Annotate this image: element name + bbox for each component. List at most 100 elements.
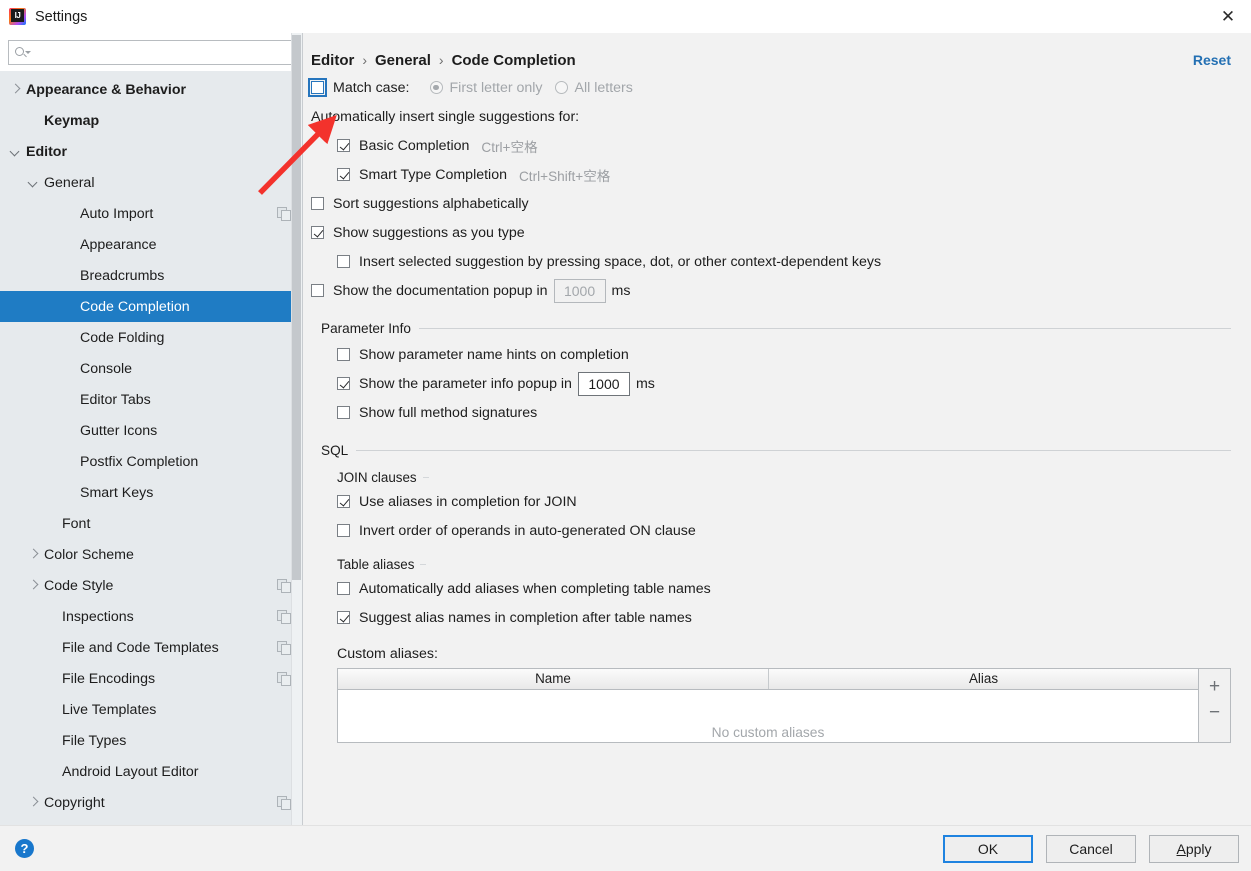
chevron-right-icon[interactable] xyxy=(26,795,41,810)
join-clauses-title: JOIN clauses xyxy=(311,470,1231,485)
custom-aliases-table[interactable]: Name Alias No custom aliases xyxy=(337,668,1199,743)
sidebar-item-code-completion[interactable]: Code Completion xyxy=(0,291,302,322)
settings-sidebar: Appearance & Behavior Keymap Editor General… xyxy=(0,33,303,825)
use-aliases-join-checkbox[interactable] xyxy=(337,495,350,508)
sidebar-item-file-encodings[interactable]: File Encodings xyxy=(0,663,302,694)
smart-type-completion-label: Smart Type Completion xyxy=(359,166,507,183)
custom-aliases-table-wrap: Name Alias No custom aliases + − xyxy=(337,668,1231,743)
sidebar-item-label: Postfix Completion xyxy=(80,453,199,470)
footer-buttons: OK Cancel Apply xyxy=(943,834,1239,863)
full-signatures-checkbox[interactable] xyxy=(337,406,350,419)
sidebar-item-label: Live Templates xyxy=(62,701,157,718)
use-aliases-join-row: Use aliases in completion for JOIN xyxy=(311,487,1231,516)
window-title: Settings xyxy=(35,8,88,25)
sidebar-item-label: Smart Keys xyxy=(80,484,154,501)
sidebar-item-smart-keys[interactable]: Smart Keys xyxy=(0,477,302,508)
sidebar-item-postfix-completion[interactable]: Postfix Completion xyxy=(0,446,302,477)
column-header-name[interactable]: Name xyxy=(338,669,768,689)
sidebar-item-appearance[interactable]: Appearance xyxy=(0,229,302,260)
sidebar-item-label: Auto Import xyxy=(80,205,154,222)
sidebar-item-copyright[interactable]: Copyright xyxy=(0,787,302,818)
basic-completion-label: Basic Completion xyxy=(359,137,470,154)
sidebar-item-file-types[interactable]: File Types xyxy=(0,725,302,756)
sort-suggestions-checkbox[interactable] xyxy=(311,197,324,210)
copy-settings-icon xyxy=(277,672,291,686)
dialog-footer: ? OK Cancel Apply xyxy=(0,825,1251,871)
chevron-down-icon[interactable] xyxy=(8,144,23,159)
sidebar-scrollbar-track[interactable] xyxy=(291,33,302,825)
breadcrumb-item-editor[interactable]: Editor xyxy=(311,52,354,69)
param-popup-delay-input[interactable]: 1000 xyxy=(577,371,630,396)
param-popup-checkbox[interactable] xyxy=(337,377,350,390)
close-icon[interactable]: ✕ xyxy=(1205,0,1251,33)
param-hints-checkbox[interactable] xyxy=(337,348,350,361)
show-suggestions-checkbox[interactable] xyxy=(311,226,324,239)
suggest-alias-names-label: Suggest alias names in completion after … xyxy=(359,609,692,626)
sidebar-item-general[interactable]: General xyxy=(0,167,302,198)
match-case-checkbox[interactable] xyxy=(308,78,327,97)
insert-selected-checkbox[interactable] xyxy=(337,255,350,268)
breadcrumb-separator-icon: › xyxy=(362,52,368,68)
first-letter-only-radio[interactable] xyxy=(429,81,443,94)
sidebar-item-file-and-code-templates[interactable]: File and Code Templates xyxy=(0,632,302,663)
breadcrumb-item-general[interactable]: General xyxy=(375,52,431,69)
sidebar-item-label: Font xyxy=(62,515,91,532)
sidebar-item-label: Inspections xyxy=(62,608,134,625)
reset-link[interactable]: Reset xyxy=(1193,52,1231,68)
sidebar-item-android-layout-editor[interactable]: Android Layout Editor xyxy=(0,756,302,787)
sidebar-item-label: General xyxy=(44,174,95,191)
sidebar-item-gutter-icons[interactable]: Gutter Icons xyxy=(0,415,302,446)
basic-completion-checkbox[interactable] xyxy=(337,139,350,152)
auto-add-aliases-checkbox[interactable] xyxy=(337,582,350,595)
doc-popup-checkbox[interactable] xyxy=(311,284,324,297)
suggest-alias-names-checkbox[interactable] xyxy=(337,611,350,624)
sidebar-item-inspections[interactable]: Inspections xyxy=(0,601,302,632)
invert-operands-checkbox[interactable] xyxy=(337,524,350,537)
ok-button[interactable]: OK xyxy=(943,834,1033,863)
all-letters-radio[interactable] xyxy=(554,81,568,94)
apply-button[interactable]: Apply xyxy=(1149,834,1239,863)
chevron-down-icon[interactable] xyxy=(26,175,41,190)
sidebar-item-code-style[interactable]: Code Style xyxy=(0,570,302,601)
sidebar-item-breadcrumbs[interactable]: Breadcrumbs xyxy=(0,260,302,291)
chevron-right-icon[interactable] xyxy=(26,547,41,562)
full-signatures-row: Show full method signatures xyxy=(311,398,1231,427)
copy-settings-icon xyxy=(277,207,291,221)
chevron-right-icon[interactable] xyxy=(26,578,41,593)
doc-popup-delay-input[interactable]: 1000 xyxy=(553,278,606,303)
sidebar-item-console[interactable]: Console xyxy=(0,353,302,384)
page-title: Code Completion xyxy=(451,51,576,69)
chevron-right-icon[interactable] xyxy=(8,82,23,97)
sidebar-item-appearance-behavior[interactable]: Appearance & Behavior xyxy=(0,74,302,105)
insert-selected-label: Insert selected suggestion by pressing s… xyxy=(359,253,882,270)
sidebar-item-live-templates[interactable]: Live Templates xyxy=(0,694,302,725)
search-input[interactable] xyxy=(31,45,293,60)
sidebar-scrollbar-thumb[interactable] xyxy=(292,35,301,580)
dialog-body: Appearance & Behavior Keymap Editor General… xyxy=(0,33,1251,825)
sidebar-item-label: Appearance xyxy=(80,236,157,253)
sidebar-item-color-scheme[interactable]: Color Scheme xyxy=(0,539,302,570)
sidebar-item-label: File and Code Templates xyxy=(62,639,219,656)
column-header-alias[interactable]: Alias xyxy=(768,669,1198,689)
cancel-button[interactable]: Cancel xyxy=(1046,834,1136,863)
settings-tree[interactable]: Appearance & Behavior Keymap Editor General… xyxy=(0,71,302,825)
sidebar-item-code-folding[interactable]: Code Folding xyxy=(0,322,302,353)
sidebar-item-label: Gutter Icons xyxy=(80,422,158,439)
auto-insert-label-row: Automatically insert single suggestions … xyxy=(311,102,1231,131)
remove-alias-button[interactable]: − xyxy=(1202,699,1228,725)
help-icon[interactable]: ? xyxy=(15,839,34,858)
add-alias-button[interactable]: + xyxy=(1202,673,1228,699)
sidebar-item-auto-import[interactable]: Auto Import xyxy=(0,198,302,229)
sidebar-item-font[interactable]: Font xyxy=(0,508,302,539)
smart-type-completion-checkbox[interactable] xyxy=(337,168,350,181)
sidebar-item-editor-tabs[interactable]: Editor Tabs xyxy=(0,384,302,415)
search-box[interactable] xyxy=(8,40,294,65)
sidebar-item-keymap[interactable]: Keymap xyxy=(0,105,302,136)
doc-popup-row: Show the documentation popup in 1000 ms xyxy=(311,276,1231,305)
breadcrumb: Editor › General › Code Completion Reset xyxy=(303,33,1251,73)
sidebar-item-editor[interactable]: Editor xyxy=(0,136,302,167)
